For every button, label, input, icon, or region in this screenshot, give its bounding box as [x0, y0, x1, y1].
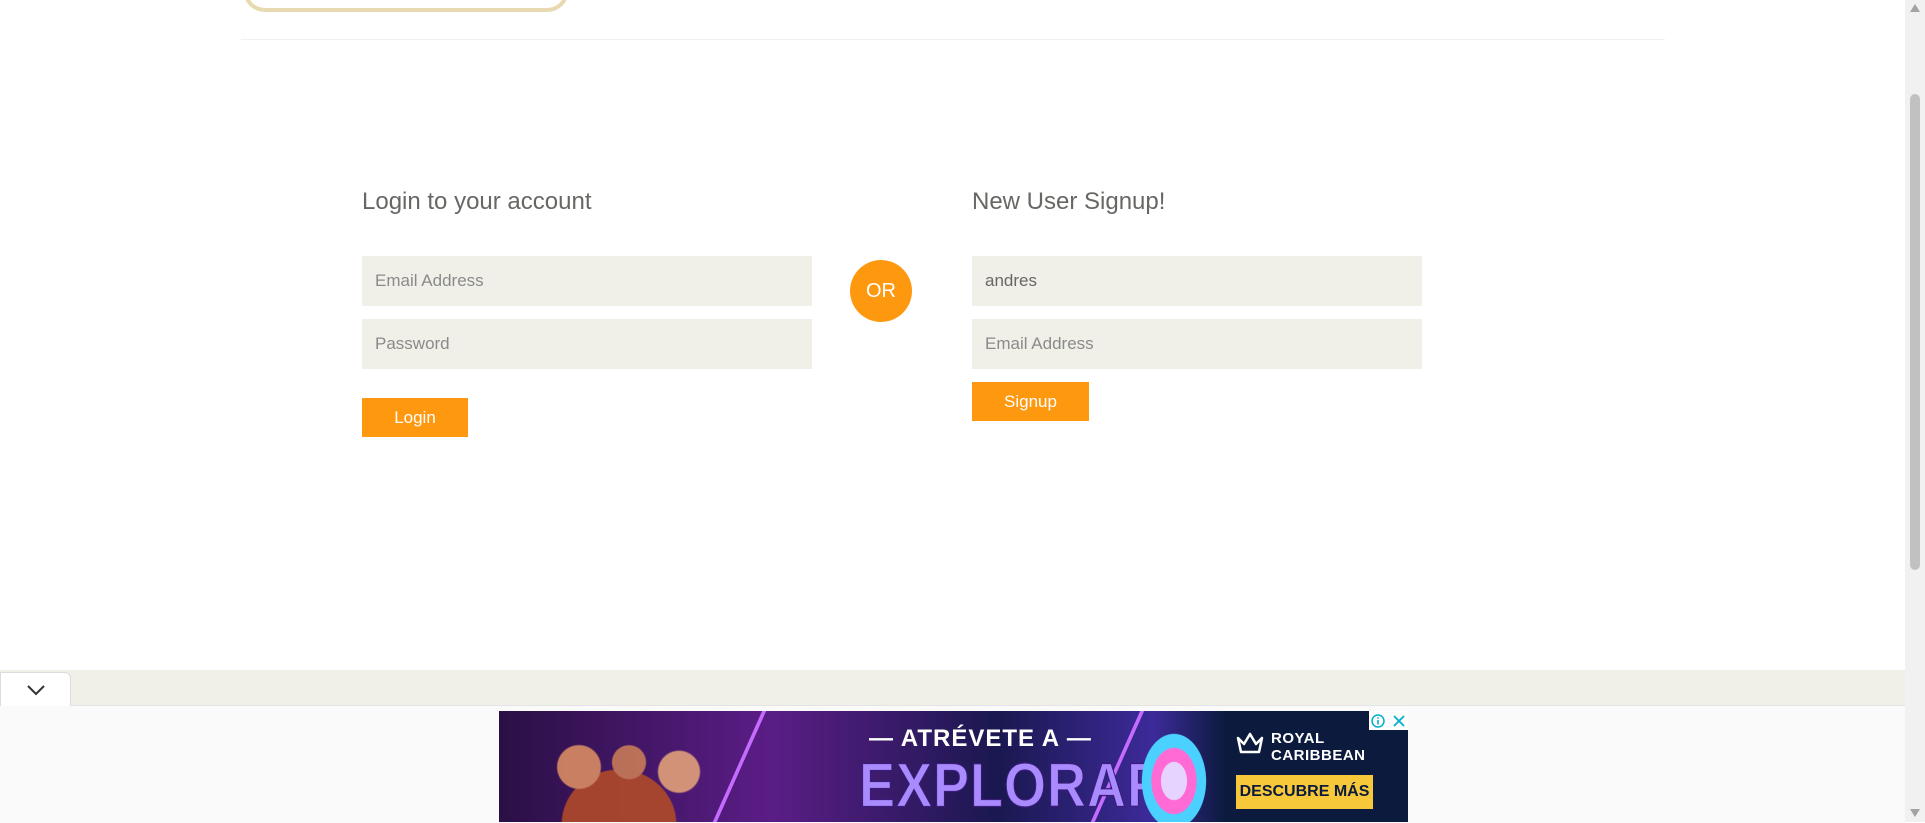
login-button[interactable]: Login: [362, 398, 468, 437]
login-email-input[interactable]: [362, 256, 812, 306]
ad-brand-line1: ROYAL: [1271, 730, 1325, 747]
signup-email-input[interactable]: [972, 319, 1422, 369]
vertical-scrollbar[interactable]: [1905, 0, 1925, 822]
ad-controls: [1369, 711, 1408, 730]
triangle-down-icon[interactable]: [1910, 808, 1920, 818]
ad-tagline: — ATRÉVETE A —: [869, 725, 1092, 752]
ad-collapse-tab[interactable]: [0, 672, 71, 706]
signup-name-input[interactable]: [972, 256, 1422, 306]
header-divider: [241, 39, 1665, 40]
ad-ship-image: [1129, 715, 1219, 822]
ad-banner[interactable]: — ATRÉVETE A — EXPLORAR ROYAL CARIBBEAN …: [499, 711, 1408, 822]
ad-headline: EXPLORAR: [858, 751, 1168, 821]
ad-brand-name: ROYAL CARIBBEAN: [1271, 730, 1366, 764]
login-password-input[interactable]: [362, 319, 812, 369]
site-logo-fragment[interactable]: [243, 0, 569, 12]
signup-button[interactable]: Signup: [972, 382, 1089, 421]
or-divider-badge: OR: [850, 260, 912, 322]
info-icon[interactable]: [1369, 712, 1387, 730]
footer-band: [0, 670, 1905, 705]
scrollbar-thumb[interactable]: [1910, 94, 1920, 570]
ad-cta-button[interactable]: DESCUBRE MÁS: [1236, 775, 1373, 809]
crown-icon: [1236, 729, 1264, 757]
ad-brand-line2: CARIBBEAN: [1271, 747, 1366, 764]
login-title: Login to your account: [362, 188, 592, 215]
close-icon[interactable]: [1390, 712, 1408, 730]
triangle-up-icon[interactable]: [1910, 3, 1920, 13]
signup-title: New User Signup!: [972, 188, 1166, 215]
ad-photo-people: [519, 729, 719, 822]
chevron-down-icon: [26, 684, 45, 695]
